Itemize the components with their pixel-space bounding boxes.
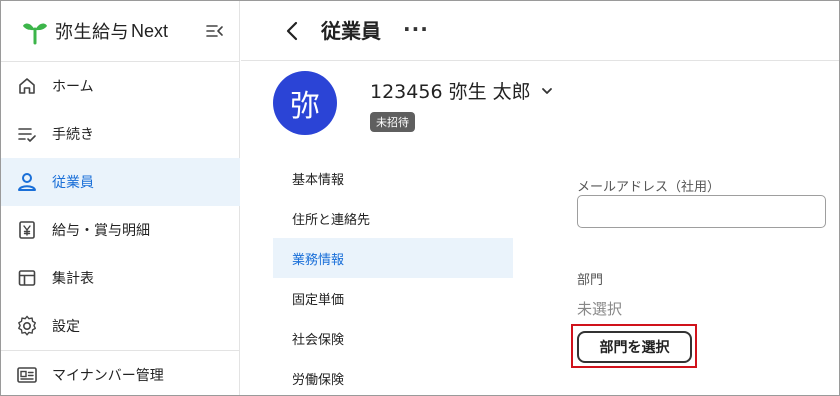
sidebar-item-home[interactable]: ホーム <box>1 62 240 110</box>
home-icon <box>16 75 38 97</box>
yayoi-logo-icon <box>23 23 47 45</box>
sidebar-item-label: 従業員 <box>52 175 94 191</box>
sidebar-item-label: マイナンバー管理 <box>52 368 164 384</box>
table-icon <box>16 267 38 289</box>
department-value: 未選択 <box>577 300 623 318</box>
main-content: 従業員 ··· 弥 123456 弥生 太郎 未招待 基本情報 住所と連絡先 業… <box>241 1 839 395</box>
page-header: 従業員 ··· <box>241 1 839 61</box>
back-arrow-icon[interactable] <box>281 19 305 43</box>
employee-selector[interactable]: 123456 弥生 太郎 <box>370 77 553 104</box>
email-label: メールアドレス（社用） <box>577 180 721 195</box>
employee-name: 123456 弥生 太郎 <box>370 81 531 103</box>
collapse-sidebar-icon[interactable] <box>205 21 225 41</box>
subnav-fixed-rate[interactable]: 固定単価 <box>273 278 513 318</box>
sidebar-item-label: 設定 <box>52 319 80 335</box>
brand-suffix: Next <box>131 20 169 41</box>
page-title: 従業員 <box>321 19 381 43</box>
email-field[interactable] <box>577 195 826 228</box>
sidebar-item-payslips[interactable]: 給与・賞与明細 <box>1 206 240 254</box>
brand[interactable]: 弥生給与 Next <box>21 17 168 45</box>
more-options-icon[interactable]: ··· <box>403 17 429 41</box>
subnav-work-info[interactable]: 業務情報 <box>273 238 513 278</box>
sidebar-item-label: ホーム <box>52 79 94 95</box>
sidebar: 弥生給与 Next ホーム 手続き 従業員 給与・賞与明細 集計表 設定 マイナ… <box>1 1 240 395</box>
sidebar-item-procedures[interactable]: 手続き <box>1 110 240 158</box>
sidebar-item-employees[interactable]: 従業員 <box>1 158 240 206</box>
sidebar-item-settings[interactable]: 設定 <box>1 302 240 350</box>
sidebar-item-label: 集計表 <box>52 271 94 287</box>
select-department-button[interactable]: 部門を選択 <box>577 331 692 363</box>
yen-document-icon <box>16 219 38 241</box>
subnav-address-contact[interactable]: 住所と連絡先 <box>273 198 513 238</box>
checklist-icon <box>16 123 38 145</box>
sidebar-item-label: 手続き <box>52 127 94 143</box>
subnav-social-insurance[interactable]: 社会保険 <box>273 318 513 358</box>
sidebar-item-label: 給与・賞与明細 <box>52 223 150 239</box>
gear-icon <box>16 315 38 337</box>
avatar: 弥 <box>273 71 337 135</box>
sidebar-item-my-number[interactable]: マイナンバー管理 <box>1 351 240 395</box>
subnav-basic-info[interactable]: 基本情報 <box>273 158 513 198</box>
chevron-down-icon <box>541 87 552 94</box>
person-icon <box>16 171 38 193</box>
status-badge: 未招待 <box>370 112 415 132</box>
sidebar-item-summary[interactable]: 集計表 <box>1 254 240 302</box>
id-card-icon <box>16 364 38 386</box>
department-label: 部門 <box>577 273 604 288</box>
subnav-labor-insurance[interactable]: 労働保険 <box>273 358 513 395</box>
brand-name: 弥生給与 <box>55 22 129 43</box>
app-window: 弥生給与 Next ホーム 手続き 従業員 給与・賞与明細 集計表 設定 マイナ… <box>0 0 840 396</box>
